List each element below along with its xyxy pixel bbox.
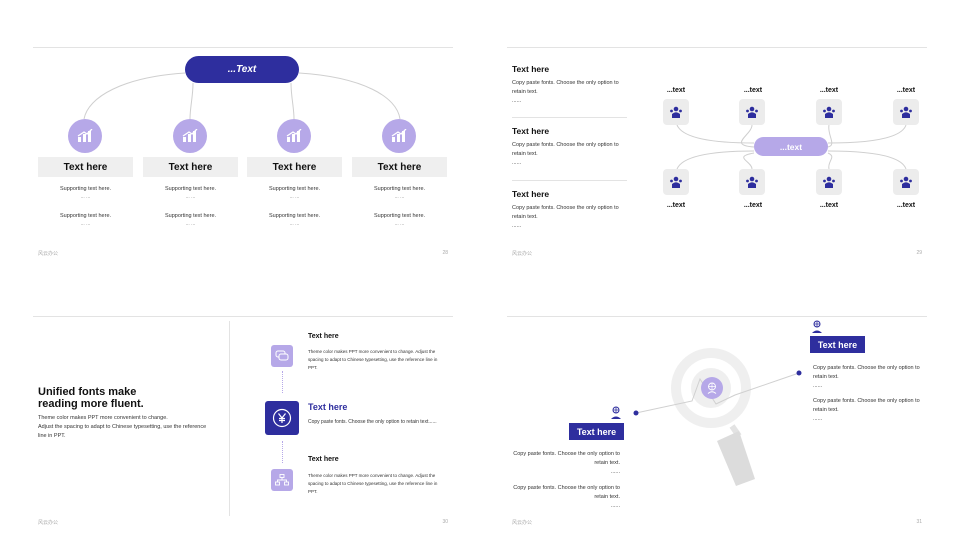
column-title: Text here (38, 157, 133, 177)
column-title: Text here (143, 157, 238, 177)
team-icon (663, 99, 689, 125)
trend-icon (382, 119, 416, 153)
node-label: ...text (896, 202, 916, 209)
org-chart-icon (271, 469, 293, 491)
left-label-box: Text here (569, 423, 624, 440)
page-number: 28 (442, 250, 448, 256)
node-label: ...text (743, 202, 763, 209)
column-title: Text here (352, 157, 447, 177)
chat-icon (271, 345, 293, 367)
slide-29: Text here Copy paste fonts. Choose the o… (507, 47, 927, 262)
column-support: Supporting text here.... ... Supporting … (373, 186, 426, 227)
team-icon (893, 169, 919, 195)
trend-icon (68, 119, 102, 153)
column-title: Text here (247, 157, 342, 177)
team-icon (663, 169, 689, 195)
node-label: ...text (819, 87, 839, 94)
column-support: Supporting text here.... ... Supporting … (164, 186, 217, 227)
footer-brand: 风云办公 (512, 251, 533, 257)
page-number: 31 (916, 519, 922, 525)
top-pill: ...Text (185, 56, 299, 83)
item-body: Theme color makes PPT more convenient to… (308, 473, 438, 494)
slide-top-rule (33, 316, 453, 317)
footer-brand: 风云办公 (38, 520, 59, 526)
dotted-connector (282, 441, 283, 463)
slide-28: ...Text Text here Text here Text here Te… (33, 47, 453, 262)
item-title-highlight: Text here (308, 402, 348, 412)
right-label-box: Text here (810, 336, 865, 353)
dotted-connector (282, 371, 283, 393)
team-icon (893, 99, 919, 125)
column-support: Supporting text here.... ... Supporting … (59, 186, 112, 227)
node-label: ...text (819, 202, 839, 209)
yen-coin-icon (265, 401, 299, 435)
item-body: Copy paste fonts. Choose the only option… (308, 419, 437, 425)
main-heading: Unified fonts make reading more fluent. (38, 386, 144, 410)
globe-user-icon (701, 377, 723, 399)
slide-31: Text here Copy paste fonts. Choose the o… (507, 316, 927, 531)
left-item: Copy paste fonts. Choose the only option… (513, 485, 620, 509)
footer-brand: 风云办公 (38, 251, 59, 257)
right-item: Copy paste fonts. Choose the only option… (813, 365, 920, 389)
team-icon (816, 99, 842, 125)
column-divider (229, 321, 230, 516)
trend-icon (277, 119, 311, 153)
page-number: 29 (916, 250, 922, 256)
item-title: Text here (308, 333, 339, 340)
team-icon (739, 169, 765, 195)
item-title: Text here (308, 456, 339, 463)
trend-icon (173, 119, 207, 153)
page-number: 30 (442, 519, 448, 525)
footer-brand: 风云办公 (512, 520, 533, 526)
network-lines (676, 124, 907, 170)
node-label: ...text (666, 202, 686, 209)
item-body: Theme color makes PPT more convenient to… (308, 349, 438, 370)
team-icon (816, 169, 842, 195)
column-support: Supporting text here.... ... Supporting … (268, 186, 321, 227)
slide-30: Unified fonts make reading more fluent. … (33, 316, 453, 531)
node-label: ...text (896, 87, 916, 94)
right-item: Copy paste fonts. Choose the only option… (813, 398, 920, 422)
node-label: ...text (666, 87, 686, 94)
node-label: ...text (743, 87, 763, 94)
left-item: Copy paste fonts. Choose the only option… (513, 451, 620, 475)
team-icon (739, 99, 765, 125)
center-pill: ...text (754, 137, 828, 156)
main-body: Theme color makes PPT more convenient to… (38, 415, 207, 439)
